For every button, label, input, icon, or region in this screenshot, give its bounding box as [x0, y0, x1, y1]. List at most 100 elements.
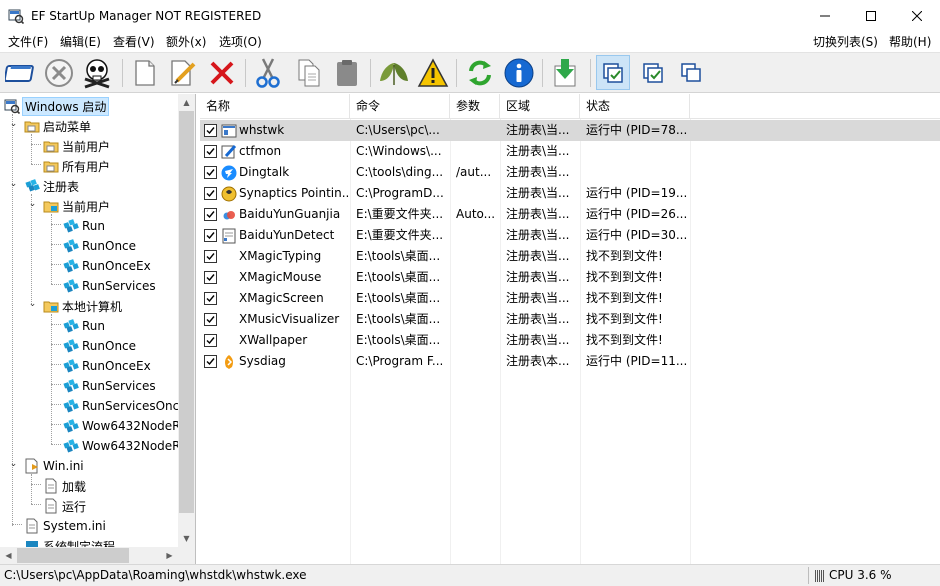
tree-item-current-user[interactable]: 当前用户	[43, 136, 110, 156]
enable-checkbox[interactable]	[204, 166, 217, 179]
enable-checkbox[interactable]	[204, 124, 217, 137]
maximize-icon	[866, 10, 876, 21]
table-row[interactable]: XMagicTyping E:\tools\桌面... 注册表\当... 找不到到文件…	[200, 246, 940, 267]
tree-panel[interactable]: ⌄ ⌄ ⌄ ⌄ ⌄ Windows 启动 启动菜单 当前用户 所有用户 注册表 …	[0, 94, 196, 564]
refresh-button[interactable]	[463, 55, 497, 90]
menu-extra[interactable]: 额外(x)	[164, 33, 208, 50]
windows-button[interactable]	[674, 55, 708, 90]
collapse-icon[interactable]: ⌄	[9, 119, 18, 129]
close-button[interactable]	[894, 0, 940, 31]
collapse-icon[interactable]: ⌄	[28, 199, 37, 209]
collapse-icon[interactable]: ⌄	[28, 299, 37, 309]
table-row[interactable]: XMagicScreen E:\tools\桌面... 注册表\当... 找不到到文件…	[200, 288, 940, 309]
tree-item-runonceex[interactable]: RunOnceEx	[63, 256, 151, 276]
tree-item-lm-runservices[interactable]: RunServices	[63, 376, 156, 396]
new-button[interactable]	[128, 55, 162, 90]
menu-switch-list[interactable]: 切换列表(S)	[811, 33, 880, 50]
column-command[interactable]: 命令	[350, 94, 450, 119]
tree-item-wow6432-1[interactable]: Wow6432NodeR	[63, 416, 181, 436]
enable-checkbox[interactable]	[204, 313, 217, 326]
tree-item-lm-runonceex[interactable]: RunOnceEx	[63, 356, 151, 376]
menu-edit[interactable]: 编辑(E)	[58, 33, 103, 50]
tree-item-runonce[interactable]: RunOnce	[63, 236, 136, 256]
tree-item-registry[interactable]: 注册表	[24, 176, 79, 196]
tree-item-reg-current-user[interactable]: 当前用户	[43, 196, 110, 216]
download-button[interactable]	[548, 55, 582, 90]
table-row[interactable]: BaiduYunDetect E:\重要文件夹... 注册表\当... 运行中 (PI…	[200, 225, 940, 246]
info-button[interactable]	[502, 55, 536, 90]
table-row[interactable]: Sysdiag C:\Program F... 注册表\本... 运行中 (PID=1…	[200, 351, 940, 372]
table-row[interactable]: Synaptics Pointin... C:\ProgramD... 注册表\当.…	[200, 183, 940, 204]
tree-item-local-machine[interactable]: 本地计算机	[43, 296, 122, 316]
tree-item-lm-run[interactable]: Run	[63, 316, 105, 336]
entry-status: 找不到到文件!	[586, 249, 663, 263]
tree-item-label: 运行	[62, 499, 87, 514]
folder-icon	[24, 121, 40, 133]
tree-item-runservices[interactable]: RunServices	[63, 276, 156, 296]
tree-item-run-ini[interactable]: 运行	[43, 496, 86, 516]
entry-command: E:\tools\桌面...	[356, 312, 441, 326]
scroll-thumb[interactable]	[17, 548, 129, 563]
enable-checkbox[interactable]	[204, 145, 217, 158]
table-row[interactable]: whstwk C:\Users\pc\... 注册表\当... 运行中 (PID=78…	[200, 120, 940, 141]
checked-view-button[interactable]	[596, 55, 630, 90]
table-row[interactable]: Dingtalk C:\tools\ding... /aut... 注册表\当...	[200, 162, 940, 183]
tree-item-win-ini[interactable]: Win.ini	[24, 456, 84, 476]
menu-options[interactable]: 选项(O)	[217, 33, 264, 50]
scroll-left-icon[interactable]: ◀	[0, 547, 17, 564]
leaf-button[interactable]	[377, 55, 411, 90]
table-row[interactable]: XWallpaper E:\tools\桌面... 注册表\当... 找不到到文件!	[200, 330, 940, 351]
menu-file[interactable]: 文件(F)	[6, 33, 50, 50]
table-row[interactable]: XMusicVisualizer E:\tools\桌面... 注册表\当... 找不…	[200, 309, 940, 330]
paste-button[interactable]	[330, 55, 364, 90]
startup-list[interactable]: 名称 命令 参数 区域 状态 whstwk C:\Users\pc\... 注册表\…	[200, 94, 940, 564]
scroll-up-icon[interactable]: ▲	[178, 94, 195, 111]
tree-vertical-scrollbar[interactable]: ▲ ▼	[178, 94, 195, 547]
enable-checkbox[interactable]	[204, 208, 217, 221]
edit-button[interactable]	[166, 55, 200, 90]
maximize-button[interactable]	[848, 0, 894, 31]
scroll-thumb[interactable]	[179, 111, 194, 513]
disable-button[interactable]	[42, 55, 76, 90]
column-status[interactable]: 状态	[580, 94, 690, 119]
table-row[interactable]: BaiduYunGuanjia E:\重要文件夹... Auto... 注册表\当..…	[200, 204, 940, 225]
enable-checkbox[interactable]	[204, 355, 217, 368]
tree-item-system-ini[interactable]: System.ini	[24, 516, 106, 536]
enable-checkbox[interactable]	[204, 292, 217, 305]
tree-item-wow6432-2[interactable]: Wow6432NodeR	[63, 436, 181, 456]
open-button[interactable]	[4, 55, 38, 90]
warning-button[interactable]	[416, 55, 450, 90]
delete-button[interactable]	[205, 55, 239, 90]
tree-item-start-menu[interactable]: 启动菜单	[24, 116, 91, 136]
menu-help[interactable]: 帮助(H)	[887, 33, 933, 50]
scroll-down-icon[interactable]: ▼	[178, 530, 195, 547]
tree-item-all-users[interactable]: 所有用户	[43, 156, 110, 176]
tree-horizontal-scrollbar[interactable]: ◀ ▶	[0, 547, 178, 564]
tree-item-lm-runservicesonce[interactable]: RunServicesOnc	[63, 396, 179, 416]
tree-item-run[interactable]: Run	[63, 216, 105, 236]
tree-item-load[interactable]: 加载	[43, 476, 86, 496]
table-row[interactable]: XMagicMouse E:\tools\桌面... 注册表\当... 找不到到文件!	[200, 267, 940, 288]
column-area[interactable]: 区域	[500, 94, 580, 119]
cut-button[interactable]	[251, 55, 285, 90]
enable-checkbox[interactable]	[204, 229, 217, 242]
enable-checkbox[interactable]	[204, 271, 217, 284]
column-params[interactable]: 参数	[450, 94, 500, 119]
minimize-button[interactable]	[802, 0, 848, 31]
menu-view[interactable]: 查看(V)	[111, 33, 157, 50]
column-name[interactable]: 名称	[200, 94, 350, 119]
collapse-icon[interactable]: ⌄	[9, 179, 18, 189]
entry-params	[456, 183, 498, 204]
kill-button[interactable]	[80, 55, 114, 90]
table-row[interactable]: ctfmon C:\Windows\... 注册表\当...	[200, 141, 940, 162]
enable-checkbox[interactable]	[204, 334, 217, 347]
collapse-icon[interactable]: ⌄	[9, 459, 18, 469]
tree-item-lm-runonce[interactable]: RunOnce	[63, 336, 136, 356]
scroll-right-icon[interactable]: ▶	[161, 547, 178, 564]
tree-item-windows-startup[interactable]: Windows 启动	[4, 96, 110, 116]
enable-checkbox[interactable]	[204, 250, 217, 263]
copy-button[interactable]	[292, 55, 326, 90]
checklist-button[interactable]	[636, 55, 670, 90]
enable-checkbox[interactable]	[204, 187, 217, 200]
checkmark-icon	[206, 232, 215, 240]
